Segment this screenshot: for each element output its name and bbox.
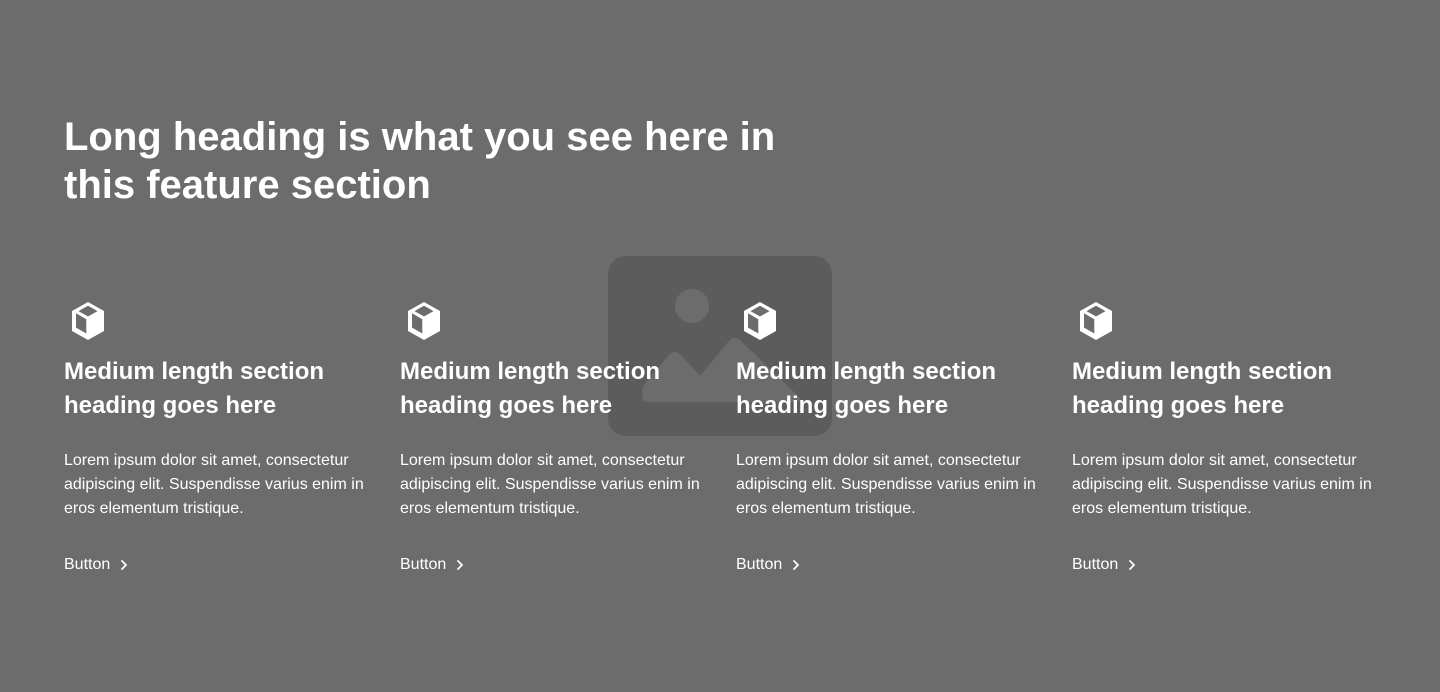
feature-button[interactable]: Button bbox=[736, 553, 808, 577]
feature-button-label: Button bbox=[1072, 556, 1119, 573]
feature-button-label: Button bbox=[736, 556, 783, 573]
feature-section: Long heading is what you see here in thi… bbox=[0, 0, 1440, 577]
feature-description: Lorem ipsum dolor sit amet, consectetur … bbox=[736, 452, 1036, 517]
feature-heading: Medium length section heading goes here bbox=[400, 358, 661, 419]
feature-heading: Medium length section heading goes here bbox=[736, 358, 997, 419]
feature-button[interactable]: Button bbox=[1072, 553, 1144, 577]
chevron-right-icon bbox=[457, 560, 464, 570]
cube-icon bbox=[408, 302, 440, 340]
feature-description: Lorem ipsum dolor sit amet, consectetur … bbox=[1072, 452, 1372, 517]
cube-icon bbox=[744, 302, 776, 340]
feature-button[interactable]: Button bbox=[64, 553, 136, 577]
cube-icon bbox=[1080, 302, 1112, 340]
chevron-right-icon bbox=[793, 560, 800, 570]
feature-card: Medium length section heading goes here … bbox=[400, 297, 700, 577]
feature-card: Medium length section heading goes here … bbox=[736, 297, 1036, 577]
feature-button[interactable]: Button bbox=[400, 553, 472, 577]
page-title: Long heading is what you see here in thi… bbox=[64, 115, 776, 207]
feature-button-label: Button bbox=[64, 556, 111, 573]
feature-card: Medium length section heading goes here … bbox=[1072, 297, 1372, 577]
cube-icon bbox=[72, 302, 104, 340]
chevron-right-icon bbox=[1129, 560, 1136, 570]
features-list: Medium length section heading goes here … bbox=[64, 297, 1376, 577]
feature-description: Lorem ipsum dolor sit amet, consectetur … bbox=[64, 452, 364, 517]
feature-description: Lorem ipsum dolor sit amet, consectetur … bbox=[400, 452, 700, 517]
feature-heading: Medium length section heading goes here bbox=[64, 358, 325, 419]
chevron-right-icon bbox=[121, 560, 128, 570]
feature-heading: Medium length section heading goes here bbox=[1072, 358, 1333, 419]
feature-card: Medium length section heading goes here … bbox=[64, 297, 364, 577]
feature-button-label: Button bbox=[400, 556, 447, 573]
